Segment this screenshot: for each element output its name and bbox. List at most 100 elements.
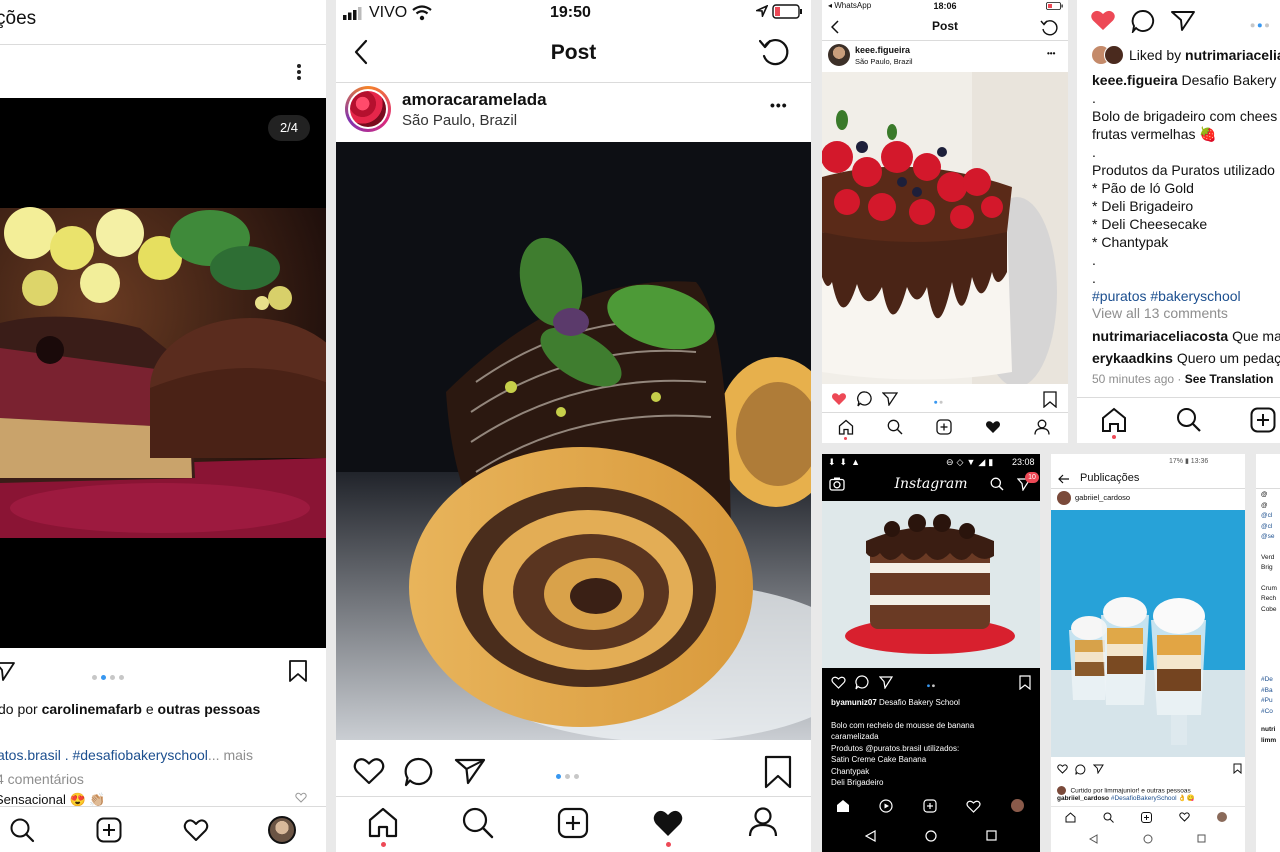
nav-home-icon[interactable] — [367, 806, 399, 838]
nav-activity-icon[interactable] — [985, 420, 1001, 434]
likes-line: Liked by nutrimariacelia — [1129, 47, 1280, 63]
username-link[interactable]: gabriiel_cardoso — [1075, 493, 1130, 502]
post-photo[interactable] — [822, 501, 1040, 668]
bookmark-icon[interactable] — [1233, 763, 1242, 774]
android-back-button[interactable] — [1089, 834, 1098, 844]
panel-caption-comments: Liked by nutrimariacelia keee.figueira D… — [1077, 0, 1280, 443]
android-recents-button[interactable] — [1197, 834, 1206, 843]
bookmark-icon[interactable] — [288, 659, 308, 683]
liked-user-link[interactable]: nutrimariacelia — [1185, 47, 1280, 63]
comment-user-link[interactable]: erykaadkins — [1092, 350, 1173, 366]
caption-user-link[interactable]: keee.figueira — [1092, 72, 1178, 88]
page-title: Publicações — [1080, 472, 1140, 484]
android-back-button[interactable] — [865, 830, 876, 842]
avatar[interactable] — [1057, 491, 1071, 505]
caption-user-link[interactable]: byamuniz07 — [831, 698, 877, 707]
refresh-icon[interactable] — [759, 36, 791, 68]
panel-android-dark-feed: ⬇⬇▲ ⊖◇▼◢▮ 23:08 Instagram 10 byamuniz07 — [822, 454, 1040, 852]
comment-like-icon[interactable] — [295, 792, 307, 803]
panel-post-amoracaramelada: VIVO 19:50 Post amoracaramelada São Paul… — [336, 0, 811, 852]
hashtag-links[interactable]: #puratos #bakeryschool — [1092, 287, 1277, 305]
comment-row: nutrimariaceliacosta Que ma — [1092, 328, 1280, 344]
share-icon[interactable] — [1171, 10, 1195, 32]
nav-search-icon[interactable] — [1103, 812, 1114, 823]
nav-home-icon[interactable] — [1065, 812, 1076, 823]
nav-heart-icon[interactable] — [183, 818, 209, 842]
nav-profile-icon[interactable] — [1034, 419, 1050, 435]
share-icon[interactable] — [882, 392, 898, 406]
like-icon[interactable] — [1057, 764, 1068, 774]
nav-explore-icon[interactable] — [879, 799, 893, 813]
nav-home-icon[interactable] — [836, 799, 850, 813]
more-options-icon[interactable]: ••• — [770, 97, 788, 113]
share-icon[interactable] — [1093, 764, 1104, 774]
nav-profile-icon[interactable] — [748, 806, 778, 838]
caption-user-link[interactable]: gabriiel_cardoso — [1057, 795, 1109, 802]
location-link[interactable]: São Paulo, Brazil — [855, 57, 913, 66]
android-home-button[interactable] — [925, 830, 937, 842]
like-icon[interactable] — [831, 676, 846, 689]
notification-icons: ⬇⬇▲ — [828, 457, 864, 467]
nav-activity-icon[interactable] — [1179, 812, 1190, 822]
page-title: Post — [931, 19, 958, 33]
comment-icon[interactable] — [1075, 764, 1086, 775]
share-icon[interactable] — [879, 676, 893, 689]
back-icon[interactable] — [1058, 474, 1070, 484]
avatar[interactable] — [828, 44, 850, 66]
nav-search-icon[interactable] — [887, 419, 903, 435]
like-icon[interactable] — [353, 757, 385, 785]
refresh-icon[interactable] — [1040, 18, 1058, 36]
nav-add-icon[interactable] — [1141, 812, 1152, 823]
share-icon[interactable] — [0, 660, 16, 682]
location-link[interactable]: São Paulo, Brazil — [402, 112, 517, 129]
comment-icon[interactable] — [855, 675, 870, 690]
android-home-button[interactable] — [1143, 834, 1153, 844]
username-link[interactable]: amoracaramelada — [402, 90, 547, 110]
nav-search-icon[interactable] — [9, 817, 35, 843]
nav-activity-icon[interactable] — [966, 800, 981, 813]
comments-link[interactable]: 4 comentários — [0, 771, 84, 787]
status-right: 17% ▮ 13:36 — [1169, 458, 1209, 465]
post-photo[interactable] — [1051, 510, 1245, 757]
android-recents-button[interactable] — [986, 830, 997, 841]
nav-search-icon[interactable] — [462, 807, 494, 839]
comment-user-link[interactable]: nutrimariaceliacosta — [1092, 328, 1228, 344]
post-photo[interactable] — [336, 142, 811, 740]
view-all-comments-link[interactable]: View all 13 comments — [1092, 305, 1228, 321]
bookmark-icon[interactable] — [764, 755, 792, 789]
comment-icon[interactable] — [1131, 9, 1155, 33]
search-icon[interactable] — [990, 477, 1004, 491]
hashtag-link[interactable]: atos.brasil . #desafiobakeryschool — [0, 747, 208, 763]
nav-home-icon[interactable] — [838, 419, 854, 435]
bookmark-icon[interactable] — [1043, 391, 1057, 408]
post-photo[interactable] — [822, 72, 1068, 384]
more-link[interactable]: ... mais — [208, 747, 253, 763]
nav-add-icon[interactable] — [1250, 407, 1276, 433]
nav-add-icon[interactable] — [96, 817, 122, 843]
panel-cropped-comments: @ @ @cl @cl @se Verd Brig Crum Rech Cobe… — [1256, 454, 1280, 852]
nav-home-icon[interactable] — [1101, 407, 1127, 433]
comment-icon[interactable] — [857, 391, 873, 407]
battery-icon — [772, 4, 804, 20]
nav-add-icon[interactable] — [557, 807, 589, 839]
nav-add-icon[interactable] — [923, 799, 937, 813]
comment-icon[interactable] — [404, 757, 434, 787]
nav-search-icon[interactable] — [1176, 407, 1202, 433]
nav-activity-icon[interactable] — [652, 808, 684, 838]
nav-add-icon[interactable] — [936, 419, 952, 435]
like-icon[interactable] — [1090, 9, 1116, 31]
more-options-icon[interactable]: ••• — [1047, 49, 1055, 58]
see-translation-link[interactable]: See Translation — [1185, 372, 1274, 386]
post-photo[interactable]: 2/4 — [0, 98, 326, 648]
hashtag-link[interactable]: #DesafioBakerySchool 👌😋 — [1111, 795, 1195, 802]
bookmark-icon[interactable] — [1019, 675, 1031, 690]
like-icon[interactable] — [831, 392, 847, 406]
share-icon[interactable] — [454, 757, 486, 785]
nav-profile-avatar[interactable] — [1011, 799, 1024, 812]
nav-profile-avatar[interactable] — [268, 816, 296, 844]
username-link[interactable]: keee.figueira — [855, 45, 910, 55]
avatar[interactable] — [345, 86, 391, 132]
more-options-icon[interactable] — [293, 60, 305, 84]
liked-user-link[interactable]: carolinemafarb — [42, 701, 142, 717]
nav-profile-avatar[interactable] — [1217, 812, 1227, 822]
